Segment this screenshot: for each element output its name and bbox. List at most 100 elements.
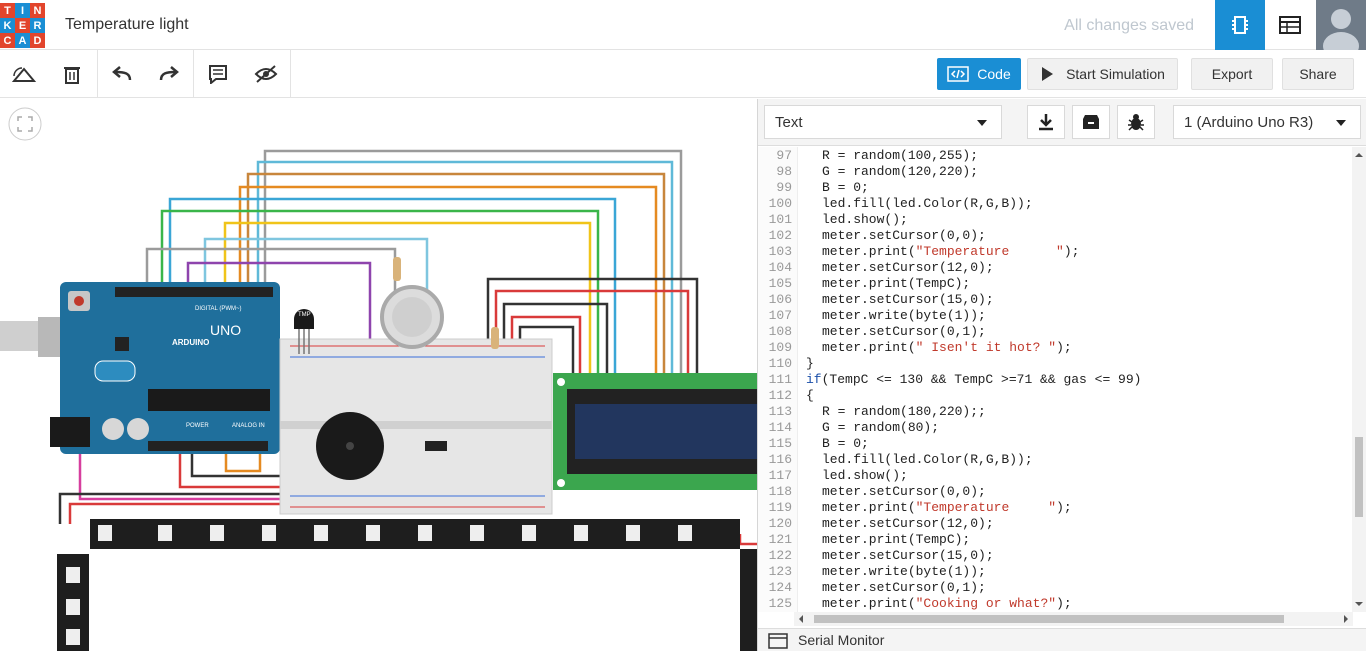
line-number: 124 [768,580,792,595]
notes-button[interactable] [204,60,232,88]
code-line[interactable]: R = random(100,255); [822,148,978,163]
code-line[interactable]: led.show(); [822,212,908,227]
code-line[interactable]: meter.setCursor(0,1); [822,324,986,339]
line-number: 114 [768,420,792,435]
code-line[interactable]: meter.setCursor(12,0); [822,516,994,531]
circuit-view-button[interactable] [1215,0,1265,50]
logo-letter: T [0,3,15,18]
slide-switch[interactable] [425,441,447,451]
serial-monitor-label: Serial Monitor [798,632,885,648]
line-number: 104 [768,260,792,275]
code-line[interactable]: led.fill(led.Color(R,G,B)); [822,196,1033,211]
code-line[interactable]: led.fill(led.Color(R,G,B)); [822,452,1033,467]
code-line[interactable]: meter.print(" Isen't it hot? "); [822,340,1072,355]
circuit-canvas[interactable]: UNO ARDUINO DIGITAL (PWM~) POWER ANALOG … [0,99,757,651]
line-number: 123 [768,564,792,579]
logo-letter: I [15,3,30,18]
redo-icon [159,66,179,81]
start-simulation-label: Start Simulation [1066,66,1165,82]
code-line[interactable]: R = random(180,220);; [822,404,986,419]
usb-cable [0,321,40,351]
undo-button[interactable] [108,60,136,88]
device-select[interactable]: 1 (Arduino Uno R3) [1173,105,1361,139]
tinkercad-logo[interactable]: TINKERCAD [0,3,45,48]
share-button[interactable]: Share [1282,58,1354,90]
line-number: 101 [768,212,792,227]
code-line[interactable]: meter.print("Temperature "); [822,500,1072,515]
line-number: 102 [768,228,792,243]
export-button[interactable]: Export [1191,58,1273,90]
code-line[interactable]: meter.setCursor(0,0); [822,228,986,243]
arduino-uno-board[interactable]: UNO ARDUINO DIGITAL (PWM~) POWER ANALOG … [50,282,280,454]
code-line[interactable]: meter.setCursor(15,0); [822,292,994,307]
editor-horizontal-scrollbar[interactable] [794,612,1353,626]
schematic-list-button[interactable] [1265,0,1315,50]
toolbar-divider [97,50,98,98]
code-button[interactable]: Code [937,58,1021,90]
toolbar-divider [290,50,291,98]
resistor[interactable] [491,327,499,349]
code-line[interactable]: B = 0; [822,436,869,451]
toggle-visibility-button[interactable] [252,60,280,88]
code-line[interactable]: if(TempC <= 130 && TempC >=71 && gas <= … [806,372,1141,387]
code-line[interactable]: meter.print("Temperature "); [822,244,1079,259]
scroll-thumb[interactable] [1355,437,1363,517]
resistor[interactable] [393,257,401,281]
user-avatar[interactable] [1316,0,1366,50]
download-code-button[interactable] [1027,105,1065,139]
start-simulation-button[interactable]: Start Simulation [1027,58,1178,90]
code-line[interactable]: meter.print("Cooking or what?"); [822,596,1072,611]
project-title[interactable]: Temperature light [65,16,189,34]
code-line[interactable]: meter.setCursor(0,0); [822,484,986,499]
line-number: 111 [768,372,792,387]
scroll-right-icon[interactable] [1341,612,1351,626]
line-number: 118 [768,484,792,499]
line-number: 117 [768,468,792,483]
gas-sensor[interactable] [380,285,444,349]
code-line[interactable]: meter.print(TempC); [822,276,970,291]
breadboard[interactable] [279,338,553,515]
redo-button[interactable] [155,60,183,88]
editor-vertical-scrollbar[interactable] [1352,147,1366,612]
code-line[interactable]: { [806,388,814,403]
neopixel-strip[interactable] [57,519,757,651]
logo-letter: A [15,33,30,48]
debugger-button[interactable] [1117,105,1155,139]
line-number: 109 [768,340,792,355]
code-line[interactable]: } [806,356,814,371]
bug-icon [1128,114,1144,131]
play-icon [1042,67,1054,81]
scroll-down-icon[interactable] [1352,599,1366,609]
code-line[interactable]: meter.setCursor(0,1); [822,580,986,595]
code-line[interactable]: led.show(); [822,468,908,483]
avatar-icon [1323,9,1359,50]
line-number: 120 [768,516,792,531]
code-line[interactable]: G = random(120,220); [822,164,978,179]
delete-button[interactable] [58,60,86,88]
code-line[interactable]: B = 0; [822,180,869,195]
lcd-display[interactable] [553,373,757,490]
code-line[interactable]: meter.setCursor(12,0); [822,260,994,275]
code-line[interactable]: meter.write(byte(1)); [822,564,986,579]
serial-monitor-bar[interactable]: Serial Monitor [758,628,1366,651]
undo-icon [112,66,132,81]
logo-letter: N [30,3,45,18]
code-line[interactable]: meter.setCursor(15,0); [822,548,994,563]
fit-view-icon[interactable] [8,107,42,141]
circuit-icon [1232,16,1248,34]
code-line[interactable]: G = random(80); [822,420,939,435]
scroll-left-icon[interactable] [796,612,806,626]
hscroll-thumb[interactable] [814,615,1284,623]
scroll-up-icon[interactable] [1352,150,1366,160]
logo-letter: K [0,18,15,33]
code-line[interactable]: meter.print(TempC); [822,532,970,547]
code-mode-value: Text [775,113,803,131]
save-status: All changes saved [1064,17,1194,34]
rotate-button[interactable] [10,60,38,88]
code-line[interactable]: meter.write(byte(1)); [822,308,986,323]
code-mode-select[interactable]: Text [764,105,1002,139]
code-editor[interactable]: 97 R = random(100,255); 98 G = random(120,2… [758,147,1366,612]
toolbar-divider [193,50,194,98]
line-number: 122 [768,548,792,563]
libraries-button[interactable] [1072,105,1110,139]
